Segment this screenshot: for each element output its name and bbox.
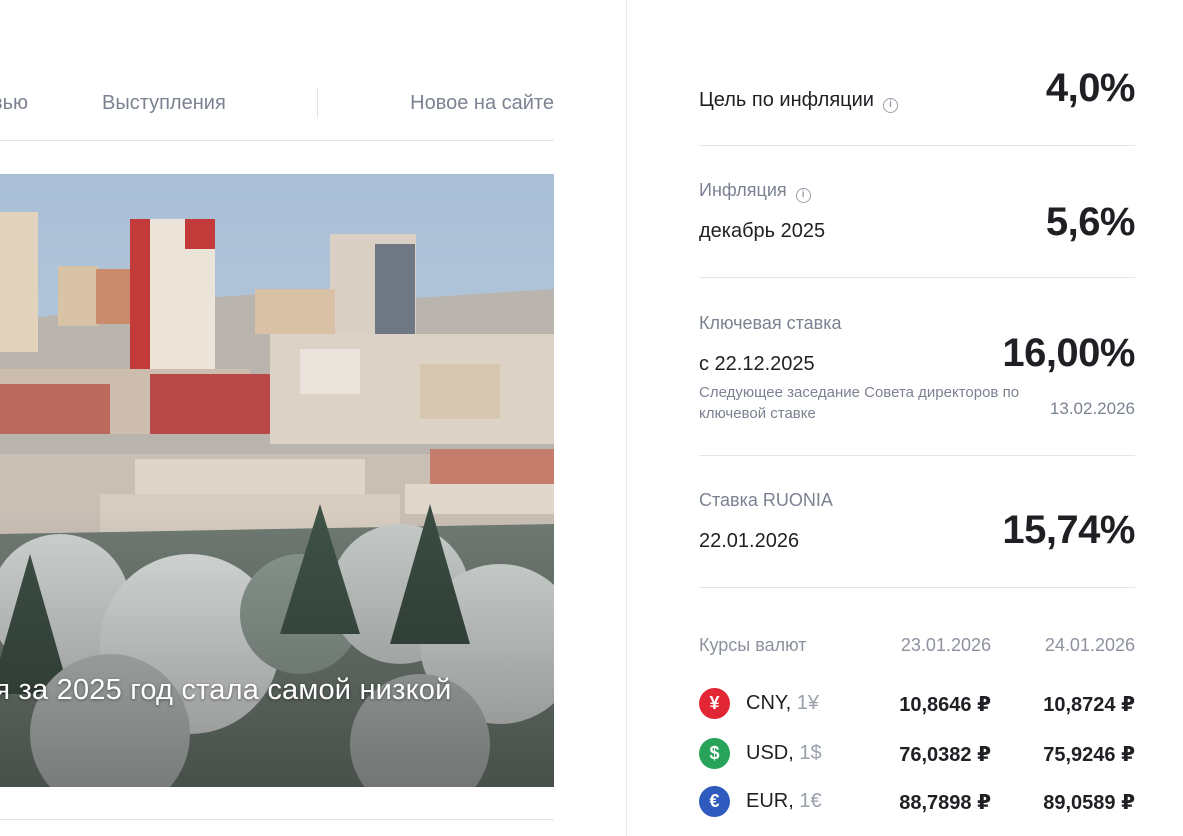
currency-code: EUR, 1€: [746, 790, 822, 812]
divider: [699, 277, 1135, 278]
left-bottom-divider: [0, 819, 554, 820]
inflation-period: декабрь 2025: [699, 220, 826, 242]
tab-interview[interactable]: вью: [0, 92, 28, 115]
ruonia-date: 22.01.2026: [699, 530, 800, 552]
euro-icon: €: [699, 786, 730, 817]
yuan-icon: ¥: [699, 688, 730, 719]
rate-value-day2: 10,8724 ₽: [1043, 694, 1135, 716]
rate-value-day1: 76,0382 ₽: [899, 744, 991, 766]
currency-code: USD, 1$: [746, 742, 822, 764]
currency-code: CNY, 1¥: [746, 692, 820, 714]
page: вью Выступления Новое на сайте: [0, 0, 1183, 836]
currency-rates-header: Курсы валют 23.01.2026 24.01.2026: [699, 635, 1135, 659]
section-tabs: вью Выступления Новое на сайте: [0, 78, 554, 141]
info-icon[interactable]: i: [882, 98, 898, 113]
inflation-target-label: Цель по инфляции i: [699, 89, 898, 113]
rates-date-1: 23.01.2026: [900, 635, 991, 655]
currency-rates-title[interactable]: Курсы валют: [699, 635, 806, 656]
rate-value-day1: 88,7898 ₽: [899, 792, 991, 814]
tab-divider: [317, 88, 318, 118]
divider: [699, 145, 1135, 146]
hero-news-card[interactable]: ия за 2025 год стала самой низкой: [0, 174, 554, 787]
inflation-target-value: 4,0%: [1045, 66, 1136, 110]
dollar-icon: $: [699, 738, 730, 769]
ruonia-value: 15,74%: [1002, 508, 1135, 552]
indicator-ruonia[interactable]: Ставка RUONIA 22.01.2026 15,74%: [699, 490, 1135, 560]
currency-row-cny[interactable]: ¥ CNY, 1¥ 10,8646 ₽ 10,8724 ₽: [699, 688, 1135, 720]
indicator-inflation-target[interactable]: Цель по инфляции i 4,0%: [699, 66, 1136, 126]
rate-value-day2: 75,9246 ₽: [1043, 744, 1135, 766]
next-meeting-date: 13.02.2026: [1049, 399, 1135, 418]
inflation-label: Инфляция i: [699, 180, 811, 203]
info-icon[interactable]: i: [795, 188, 811, 203]
indicator-inflation[interactable]: Инфляция i декабрь 2025 5,6%: [699, 180, 1136, 250]
hero-news-title[interactable]: ия за 2025 год стала самой низкой: [0, 674, 452, 707]
divider: [699, 455, 1135, 456]
indicator-key-rate[interactable]: Ключевая ставка с 22.12.2025 16,00% След…: [699, 313, 1135, 428]
currency-row-eur[interactable]: € EUR, 1€ 88,7898 ₽ 89,0589 ₽: [699, 786, 1135, 818]
column-divider: [626, 0, 627, 836]
key-rate-since: с 22.12.2025: [699, 353, 815, 375]
ruonia-label: Ставка RUONIA: [699, 490, 833, 510]
currency-row-usd[interactable]: $ USD, 1$ 76,0382 ₽ 75,9246 ₽: [699, 738, 1135, 770]
rates-date-2: 24.01.2026: [1044, 635, 1135, 655]
key-rate-label: Ключевая ставка: [699, 313, 842, 333]
key-rate-value: 16,00%: [1002, 331, 1135, 375]
tab-speeches[interactable]: Выступления: [102, 92, 226, 115]
rate-value-day2: 89,0589 ₽: [1043, 792, 1135, 814]
divider: [699, 587, 1135, 588]
next-meeting-label: Следующее заседание Совета директоров по…: [699, 384, 1020, 422]
inflation-value: 5,6%: [1045, 200, 1136, 244]
tab-new-on-site[interactable]: Новое на сайте: [410, 92, 554, 115]
rate-value-day1: 10,8646 ₽: [899, 694, 991, 716]
